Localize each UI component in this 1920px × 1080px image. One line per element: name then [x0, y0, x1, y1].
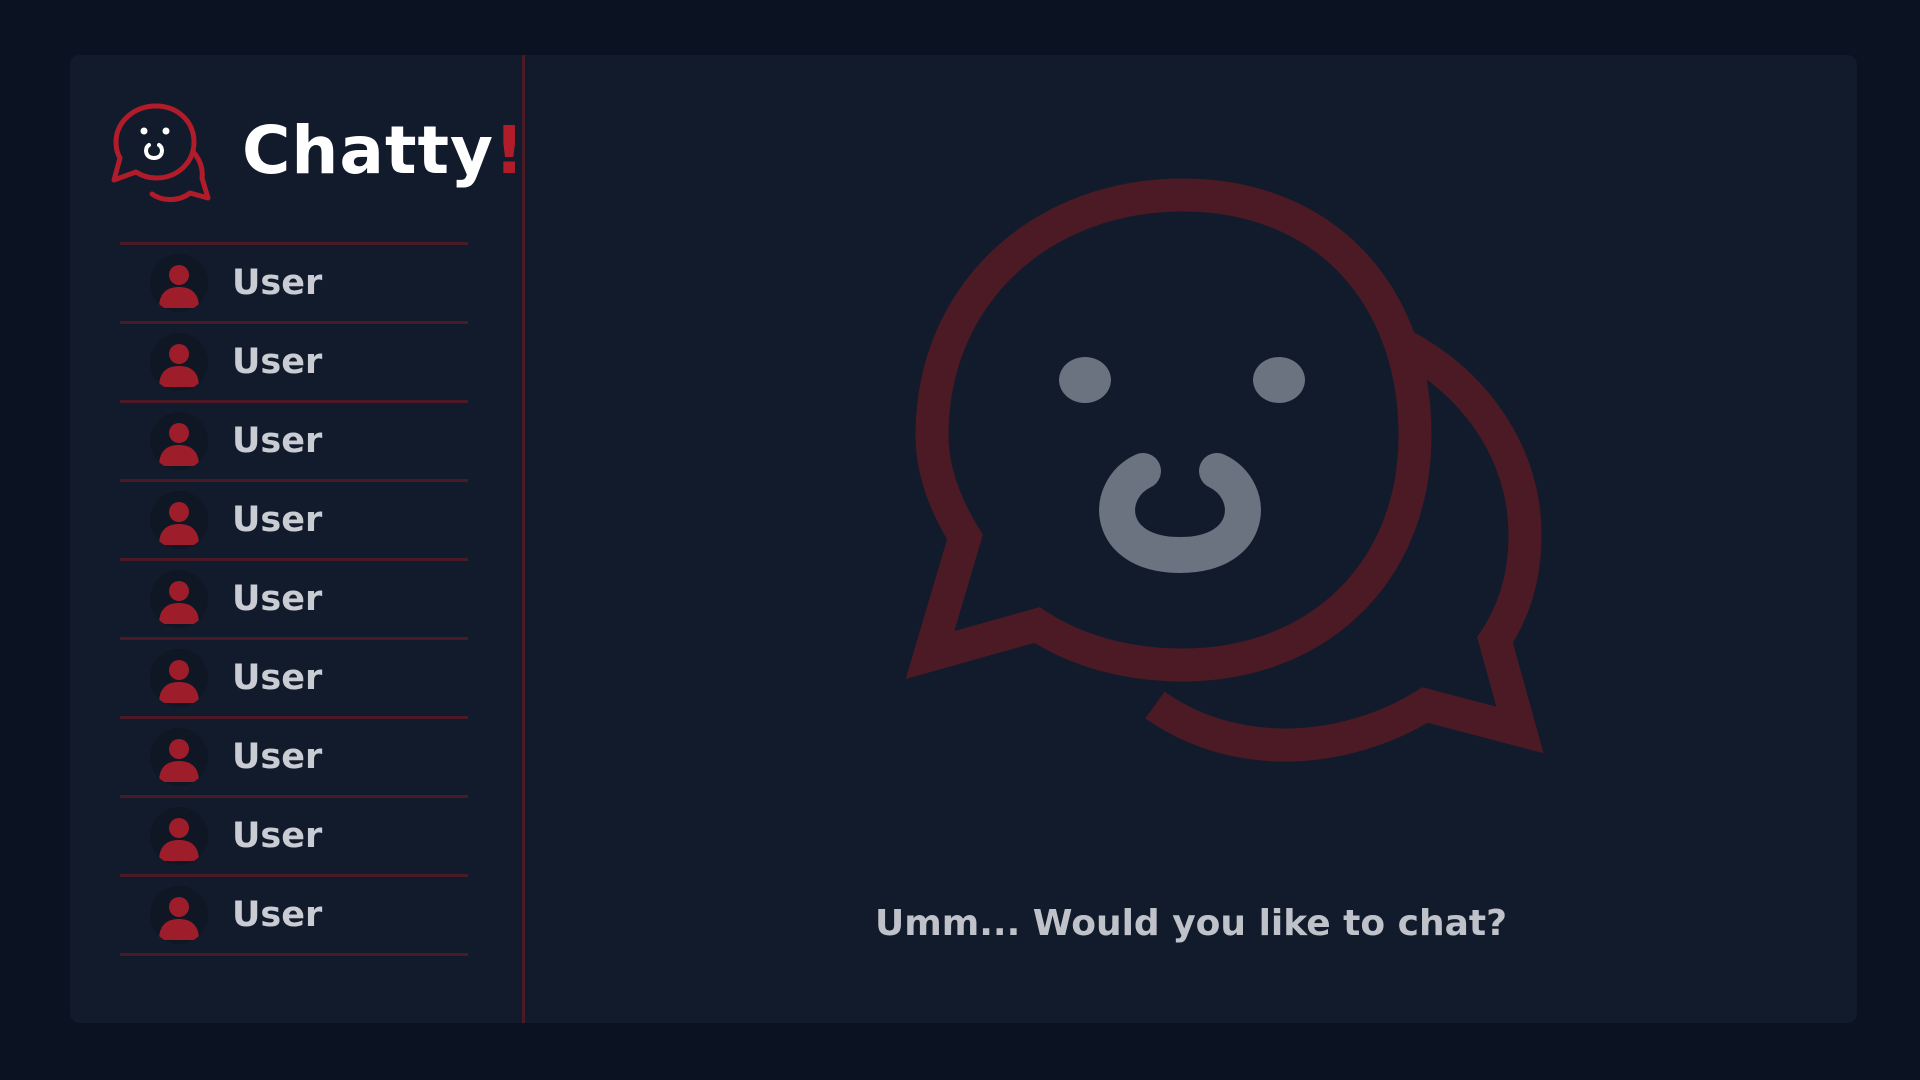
user-list-item[interactable]: User: [120, 403, 468, 482]
app-title: Chatty!: [242, 111, 526, 189]
user-list-item[interactable]: User: [120, 482, 468, 561]
logo: Chatty!: [108, 95, 525, 205]
chat-bubbles-smiley-icon: [905, 178, 1544, 762]
user-list-item[interactable]: User: [120, 324, 468, 403]
chat-bubbles-smiley-icon: [111, 103, 211, 202]
user-list-item[interactable]: User: [120, 798, 468, 877]
user-avatar-icon: [150, 333, 208, 391]
user-name: User: [232, 263, 323, 303]
user-avatar-icon: [150, 491, 208, 549]
user-avatar-icon: [150, 649, 208, 707]
user-name: User: [232, 895, 323, 935]
user-avatar-icon: [150, 254, 208, 312]
user-list-item[interactable]: User: [120, 640, 468, 719]
sidebar: Chatty! User User User User User User User User…: [70, 55, 525, 1023]
user-name: User: [232, 500, 323, 540]
user-name: User: [232, 342, 323, 382]
app-window: Chatty! User User User User User User User User…: [70, 55, 1857, 1023]
user-name: User: [232, 658, 323, 698]
user-avatar-icon: [150, 807, 208, 865]
user-avatar-icon: [150, 570, 208, 628]
user-avatar-icon: [150, 886, 208, 944]
chat-area: Umm... Would you like to chat?: [525, 55, 1857, 1023]
user-name: User: [232, 421, 323, 461]
user-list: User User User User User User User User User: [120, 242, 468, 956]
user-avatar-icon: [150, 728, 208, 786]
user-name: User: [232, 816, 323, 856]
empty-state-prompt: Umm... Would you like to chat?: [874, 903, 1508, 944]
user-name: User: [232, 737, 323, 777]
user-list-item[interactable]: User: [120, 719, 468, 798]
user-name: User: [232, 579, 323, 619]
user-list-item[interactable]: User: [120, 561, 468, 640]
user-avatar-icon: [150, 412, 208, 470]
user-list-item[interactable]: User: [120, 245, 468, 324]
user-list-item[interactable]: User: [120, 877, 468, 956]
